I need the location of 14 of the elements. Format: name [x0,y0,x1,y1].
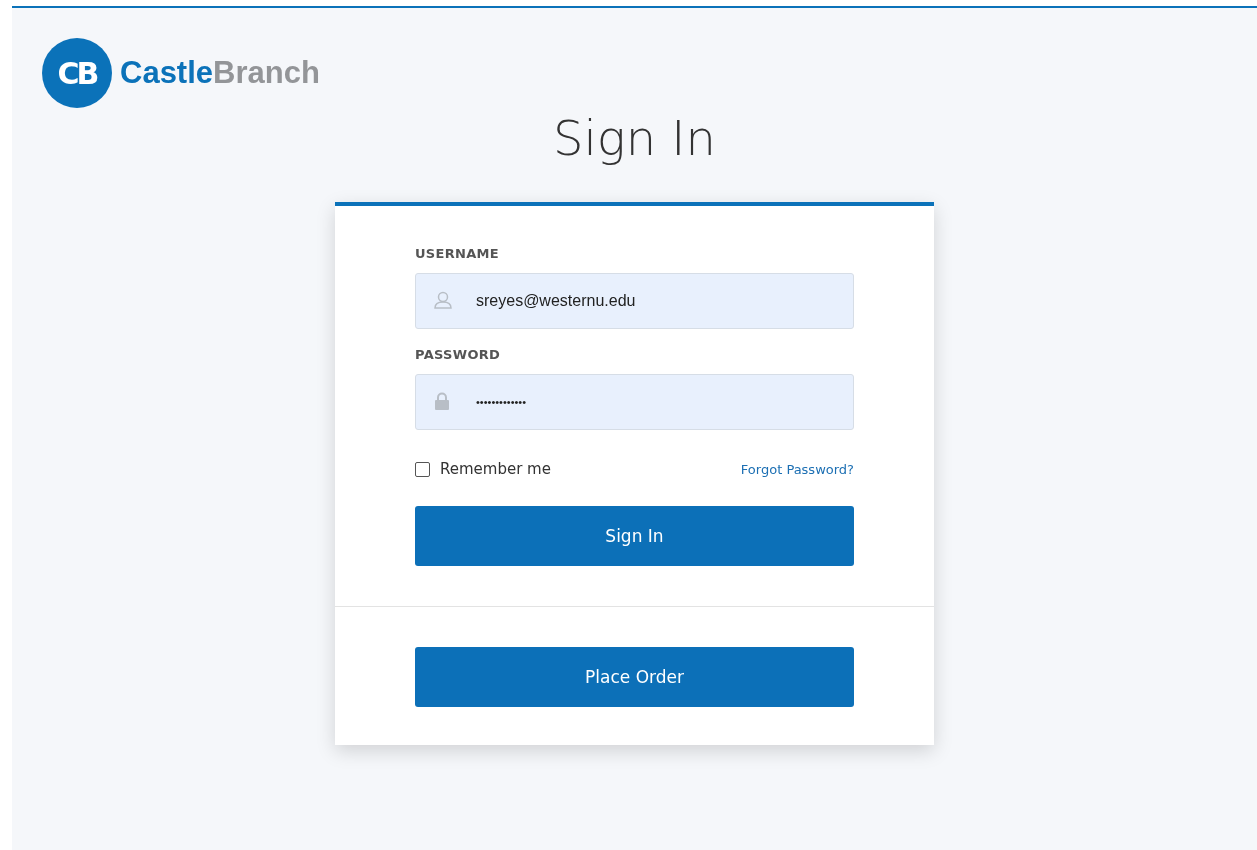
remember-label: Remember me [440,460,551,478]
password-field[interactable]: ••••••••••••• [415,374,854,430]
logo-wordmark: CastleBranch [120,55,320,91]
page-title: Sign In [553,110,716,166]
username-field[interactable]: sreyes@westernu.edu [415,273,854,329]
lock-icon [433,392,451,410]
user-icon [433,291,453,309]
field-label: USERNAME [415,246,500,261]
sign-in-button[interactable]: Sign In [415,506,854,566]
place-order-button[interactable]: Place Order [415,647,854,707]
field-label: PASSWORD [415,347,502,362]
logo-monogram: CB [42,38,112,108]
forgot-password-link[interactable]: Forgot Password? [740,461,854,477]
remember-checkbox[interactable] [415,461,430,477]
